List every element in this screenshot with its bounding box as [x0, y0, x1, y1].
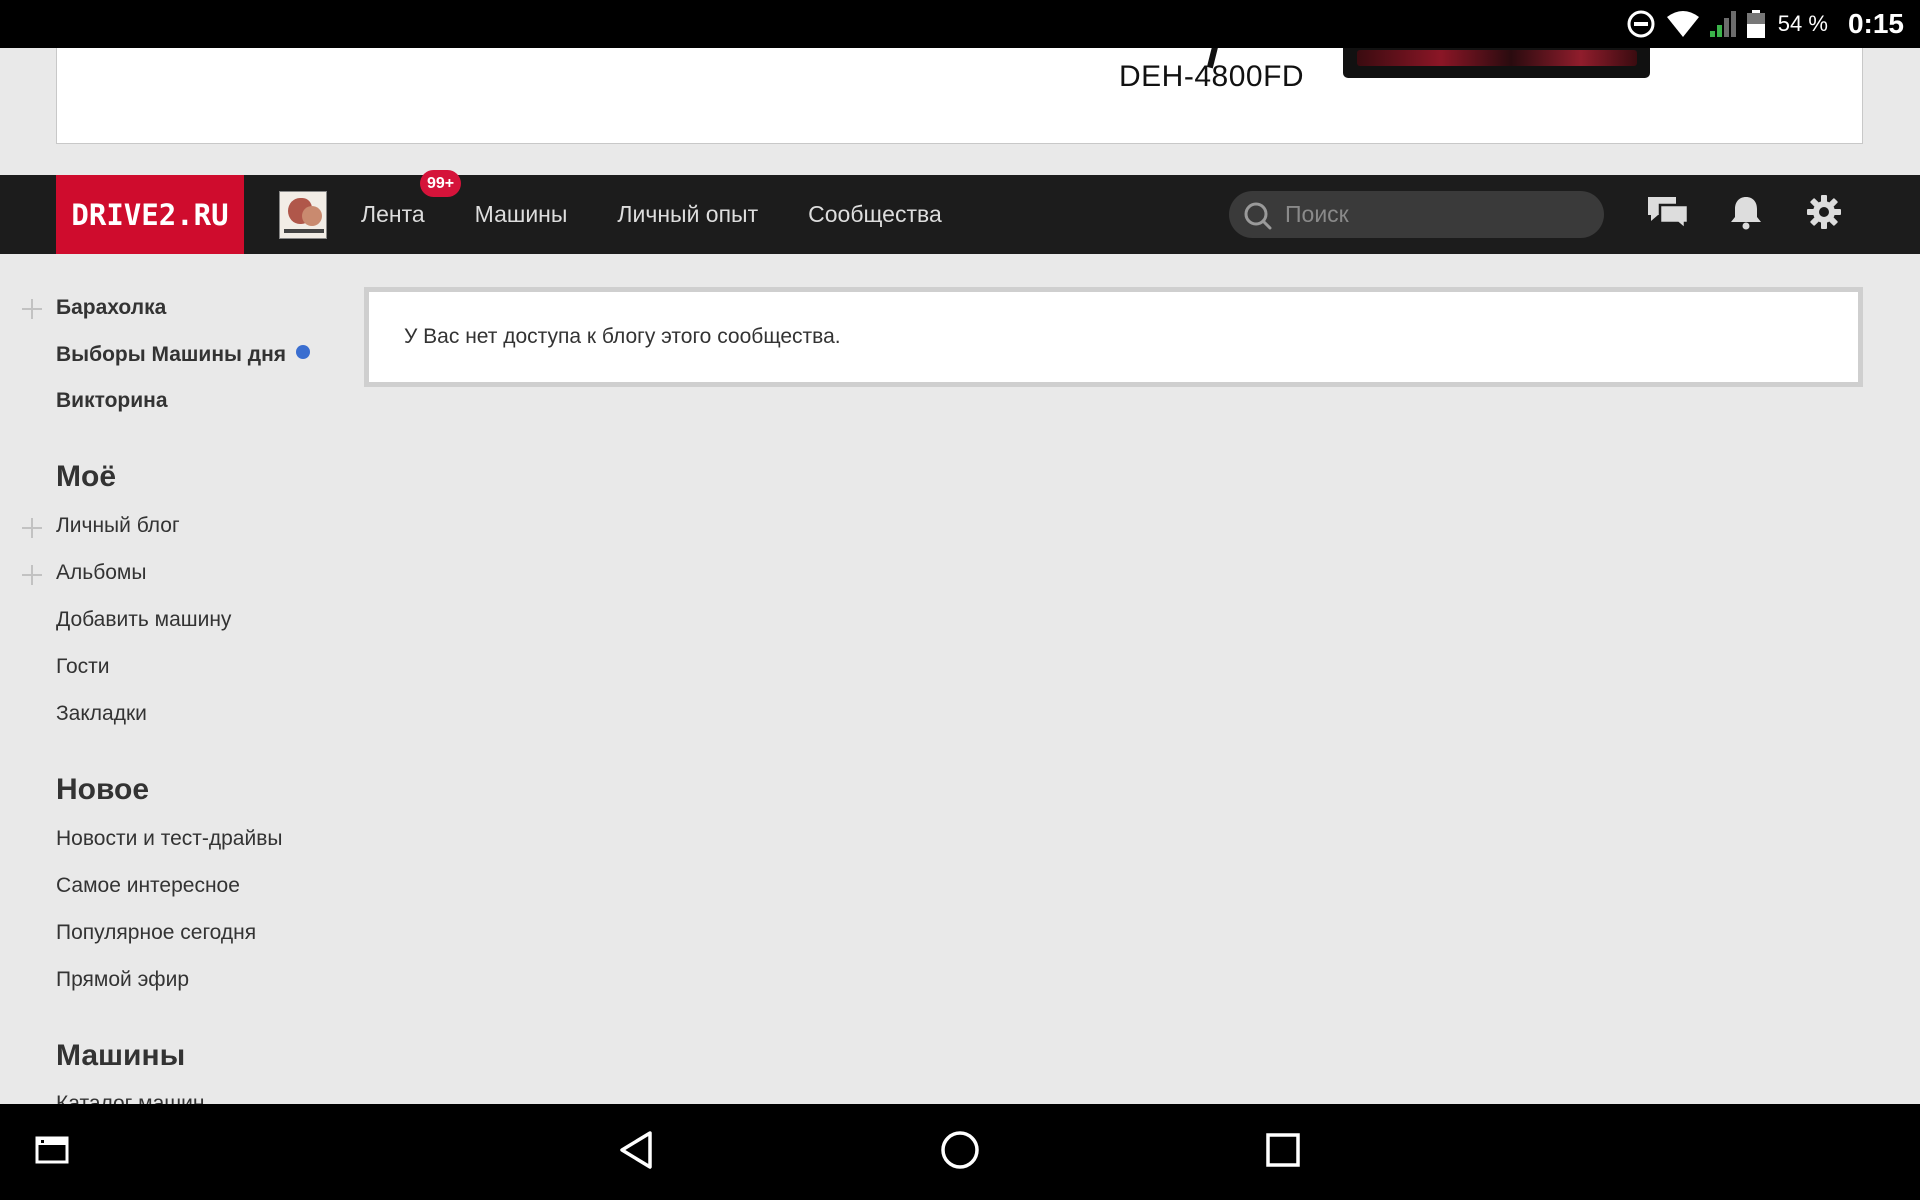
clock: 0:15 — [1847, 8, 1904, 39]
top-navigation: DRIVE2.RU Лента 99+ Машины Личный опыт С… — [0, 170, 1920, 254]
recents-button[interactable] — [1243, 1104, 1323, 1200]
sidebar-item-guests[interactable]: Гости — [56, 655, 110, 679]
expand-plus-icon[interactable] — [22, 565, 42, 585]
gear-icon — [1806, 194, 1842, 235]
expand-plus-icon[interactable] — [22, 299, 42, 319]
messages-icon — [1646, 194, 1690, 235]
expand-plus-icon[interactable] — [22, 518, 42, 538]
home-button[interactable] — [920, 1104, 1000, 1200]
system-navigation-bar — [0, 1104, 1920, 1200]
avatar-caption-strip — [284, 229, 324, 233]
sidebar-item-live[interactable]: Прямой эфир — [56, 968, 189, 992]
sidebar-item-most-interesting[interactable]: Самое интересное — [56, 874, 240, 898]
window-button[interactable] — [12, 1104, 92, 1200]
sidebar: Барахолка Выборы Машины дня Викторина Мо… — [0, 254, 340, 1104]
search-icon — [1243, 201, 1273, 231]
nav-feed[interactable]: Лента 99+ — [361, 170, 462, 228]
nav-experience[interactable]: Личный опыт — [617, 201, 758, 228]
search-box[interactable] — [1229, 191, 1604, 238]
ad-model-text: DEH-4800FD — [1119, 60, 1305, 93]
settings-button[interactable] — [1796, 175, 1852, 254]
section-heading-mine: Моё — [56, 460, 116, 493]
status-bar: 54 % 0:15 — [0, 0, 1920, 48]
signal-icon — [1709, 9, 1736, 39]
notifications-button[interactable] — [1718, 175, 1774, 254]
sidebar-item-popular-today[interactable]: Популярное сегодня — [56, 921, 256, 945]
wifi-icon — [1666, 9, 1700, 39]
nav-feed-label: Лента — [361, 201, 425, 227]
new-indicator-dot — [296, 345, 311, 359]
user-avatar[interactable] — [279, 191, 327, 239]
section-heading-new: Новое — [56, 773, 150, 806]
sidebar-item-bookmarks[interactable]: Закладки — [56, 702, 147, 726]
sidebar-item-car-of-day-elections[interactable]: Выборы Машины дня — [56, 343, 311, 367]
sidebar-item-albums[interactable]: Альбомы — [56, 561, 146, 585]
nav-communities[interactable]: Сообщества — [808, 201, 942, 228]
avatar-figure-2 — [302, 206, 322, 226]
access-denied-notice: У Вас нет доступа к блогу этого сообщест… — [364, 287, 1863, 387]
sidebar-item-flea-market[interactable]: Барахолка — [56, 296, 166, 320]
main-nav: Лента 99+ Машины Личный опыт Сообщества — [361, 170, 992, 254]
battery-percent: 54 % — [1777, 11, 1828, 36]
bell-icon — [1729, 194, 1763, 235]
sidebar-item-car-catalog[interactable]: Каталог машин — [56, 1092, 204, 1104]
feed-count-badge: 99+ — [420, 170, 462, 197]
messages-button[interactable] — [1640, 175, 1696, 254]
battery-icon — [1746, 9, 1766, 39]
ad-area: DEH-4800FD — [0, 48, 1920, 175]
recents-icon — [1265, 1132, 1301, 1173]
search-input[interactable] — [1283, 200, 1573, 229]
ad-device-display — [1357, 50, 1637, 66]
sidebar-item-add-car[interactable]: Добавить машину — [56, 608, 231, 632]
sidebar-item-label: Выборы Машины дня — [56, 343, 287, 366]
do-not-disturb-icon — [1626, 9, 1656, 39]
nav-cars[interactable]: Машины — [475, 201, 568, 228]
back-button[interactable] — [596, 1104, 676, 1200]
back-icon — [618, 1130, 654, 1175]
ad-banner[interactable]: DEH-4800FD — [56, 48, 1863, 144]
notice-text: У Вас нет доступа к блогу этого сообщест… — [404, 325, 841, 348]
home-icon — [940, 1130, 980, 1175]
window-icon — [35, 1135, 69, 1170]
site-logo[interactable]: DRIVE2.RU — [56, 175, 244, 254]
ad-device-image — [1343, 48, 1650, 78]
section-heading-cars: Машины — [56, 1039, 186, 1072]
sidebar-item-personal-blog[interactable]: Личный блог — [56, 514, 180, 538]
sidebar-item-quiz[interactable]: Викторина — [56, 389, 168, 413]
sidebar-item-news-test-drives[interactable]: Новости и тест-драйвы — [56, 827, 282, 851]
